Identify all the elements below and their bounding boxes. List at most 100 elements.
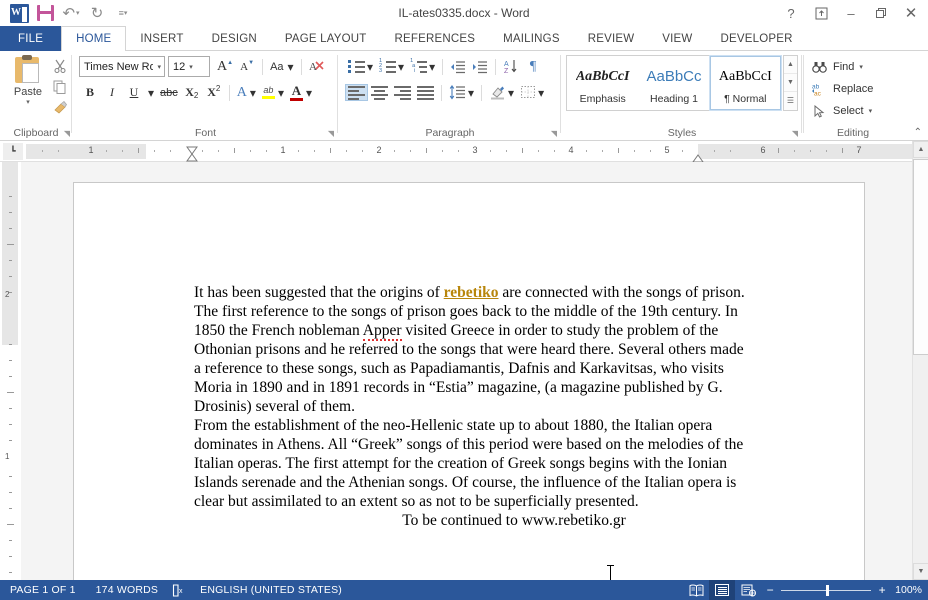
clipboard-icon bbox=[13, 55, 43, 85]
close-button[interactable]: ✕ bbox=[896, 0, 926, 26]
minimize-button[interactable]: ‒ bbox=[836, 0, 866, 26]
zoom-slider[interactable] bbox=[781, 584, 872, 596]
tab-page-layout[interactable]: PAGE LAYOUT bbox=[271, 26, 381, 51]
tab-home[interactable]: HOME bbox=[61, 26, 127, 51]
text-highlight-color-button[interactable]: ab ▾ bbox=[259, 82, 287, 103]
zoom-in-button[interactable]: + bbox=[877, 583, 887, 597]
underline-dropdown-caret[interactable]: ▾ bbox=[145, 82, 157, 103]
italic-button[interactable]: I bbox=[101, 82, 123, 103]
undo-icon[interactable]: ↶ ▾ bbox=[58, 2, 84, 24]
paste-button[interactable]: Paste ▾ bbox=[6, 55, 50, 106]
vertical-scrollbar[interactable]: ▲ ▼ bbox=[912, 141, 928, 580]
align-left-button[interactable] bbox=[345, 84, 368, 101]
ribbon-display-options-icon[interactable] bbox=[806, 0, 836, 26]
redo-icon[interactable]: ↻ bbox=[84, 2, 110, 24]
borders-button[interactable]: ▾ bbox=[517, 82, 547, 103]
line-spacing-button[interactable]: ▾ bbox=[446, 82, 477, 103]
save-icon[interactable] bbox=[32, 2, 58, 24]
styles-scroll-down-icon[interactable]: ▼ bbox=[784, 74, 797, 92]
tab-insert[interactable]: INSERT bbox=[126, 26, 197, 51]
bullets-button[interactable]: ▾ bbox=[345, 56, 376, 77]
horizontal-ruler-track[interactable]: 1 1 2 3 4 5 6 7 bbox=[26, 144, 928, 170]
justify-button[interactable] bbox=[414, 84, 437, 101]
copy-icon[interactable] bbox=[50, 76, 70, 97]
chevron-down-icon[interactable]: ▾ bbox=[157, 63, 161, 71]
horizontal-ruler[interactable]: ┗ 1 1 2 3 4 5 6 7 bbox=[0, 141, 928, 170]
zoom-control[interactable]: − + bbox=[761, 583, 895, 597]
chevron-down-icon[interactable]: ▾ bbox=[189, 63, 193, 71]
web-layout-view-button[interactable] bbox=[735, 580, 761, 600]
style-item-normal[interactable]: AaBbCcI ¶ Normal bbox=[708, 55, 783, 111]
grow-font-button[interactable]: A ▲ bbox=[214, 56, 236, 77]
font-size-combobox[interactable]: 12 ▾ bbox=[168, 56, 210, 77]
multilevel-list-button[interactable]: 1ai ▾ bbox=[407, 56, 438, 77]
tab-developer[interactable]: DEVELOPER bbox=[706, 26, 806, 51]
scroll-up-icon[interactable]: ▲ bbox=[913, 141, 928, 158]
document-page[interactable]: It has been suggested that the origins o… bbox=[73, 182, 865, 580]
sort-button[interactable]: AZ bbox=[500, 56, 522, 77]
word-count[interactable]: 174 WORDS bbox=[86, 580, 168, 600]
strikethrough-button[interactable]: abc bbox=[157, 82, 181, 103]
styles-gallery-scrollbar[interactable]: ▲ ▼ ☰ bbox=[783, 55, 798, 111]
styles-dialog-launcher[interactable]: ◥ bbox=[792, 129, 798, 138]
change-case-button[interactable]: Aa ▾ bbox=[267, 56, 297, 77]
increase-indent-button[interactable] bbox=[469, 56, 491, 77]
styles-scroll-up-icon[interactable]: ▲ bbox=[784, 56, 797, 74]
zoom-slider-thumb[interactable] bbox=[826, 584, 830, 596]
scroll-down-icon[interactable]: ▼ bbox=[913, 563, 928, 580]
decrease-indent-button[interactable] bbox=[447, 56, 469, 77]
tab-view[interactable]: VIEW bbox=[648, 26, 706, 51]
paste-dropdown-caret[interactable]: ▾ bbox=[6, 98, 50, 106]
tab-references[interactable]: REFERENCES bbox=[381, 26, 490, 51]
shading-button[interactable]: ▾ bbox=[486, 82, 517, 103]
underline-button[interactable]: U bbox=[123, 82, 145, 103]
find-button[interactable]: Find ▾ bbox=[811, 57, 863, 77]
text-effects-button[interactable]: A ▾ bbox=[234, 82, 259, 103]
customize-quick-access-toolbar-icon[interactable]: ≡ ▾ bbox=[110, 2, 136, 24]
align-center-button[interactable] bbox=[368, 84, 391, 101]
tab-stop-selector[interactable]: ┗ bbox=[3, 143, 23, 160]
find-dropdown-caret[interactable]: ▾ bbox=[859, 63, 863, 71]
styles-more-icon[interactable]: ☰ bbox=[784, 92, 797, 110]
show-formatting-marks-button[interactable]: ¶ bbox=[522, 56, 544, 77]
subscript-button[interactable]: X2 bbox=[181, 82, 203, 103]
style-item-heading-1[interactable]: AaBbCс Heading 1 bbox=[638, 56, 709, 110]
cut-icon[interactable] bbox=[50, 55, 70, 76]
align-right-button[interactable] bbox=[391, 84, 414, 101]
tab-mailings[interactable]: MAILINGS bbox=[489, 26, 574, 51]
ruler-number: 6 bbox=[760, 145, 766, 155]
font-name-combobox[interactable]: Times New Ro ▾ bbox=[79, 56, 165, 77]
style-item-emphasis[interactable]: AaBbCcI Emphasis bbox=[567, 56, 638, 110]
tab-file[interactable]: FILE bbox=[0, 26, 62, 51]
document-canvas[interactable]: It has been suggested that the origins o… bbox=[21, 162, 912, 580]
tab-review[interactable]: REVIEW bbox=[574, 26, 649, 51]
font-color-button[interactable]: A ▾ bbox=[287, 82, 315, 103]
restore-button[interactable] bbox=[866, 0, 896, 26]
format-painter-icon[interactable] bbox=[50, 97, 70, 118]
read-mode-view-button[interactable] bbox=[683, 580, 709, 600]
proofing-errors-icon[interactable]: x bbox=[168, 583, 190, 597]
superscript-button[interactable]: X2 bbox=[203, 82, 225, 103]
numbering-button[interactable]: 123 ▾ bbox=[376, 56, 407, 77]
font-dialog-launcher[interactable]: ◥ bbox=[328, 129, 334, 138]
shrink-font-button[interactable]: A ▼ bbox=[236, 56, 258, 77]
bold-button[interactable]: B bbox=[79, 82, 101, 103]
help-icon[interactable]: ? bbox=[776, 0, 806, 26]
ribbon: Paste ▾ Clipboard ◥ Times New Ro ▾ 12 ▾ … bbox=[0, 51, 928, 141]
tab-design[interactable]: DESIGN bbox=[198, 26, 271, 51]
clear-formatting-icon[interactable]: A bbox=[306, 56, 328, 77]
print-layout-view-button[interactable] bbox=[709, 580, 736, 600]
collapse-ribbon-icon[interactable]: ⌃ bbox=[914, 127, 922, 138]
select-button[interactable]: Select ▾ bbox=[811, 101, 872, 121]
scrollbar-thumb[interactable] bbox=[913, 159, 928, 355]
page-indicator[interactable]: PAGE 1 OF 1 bbox=[0, 580, 86, 600]
paragraph-dialog-launcher[interactable]: ◥ bbox=[551, 129, 557, 138]
select-dropdown-caret[interactable]: ▾ bbox=[869, 107, 873, 115]
vertical-ruler[interactable]: 1 2 bbox=[0, 162, 21, 580]
document-body-text[interactable]: It has been suggested that the origins o… bbox=[194, 283, 754, 530]
replace-button[interactable]: ab ac Replace bbox=[811, 79, 873, 99]
language-indicator[interactable]: ENGLISH (UNITED STATES) bbox=[190, 580, 352, 600]
zoom-level-label[interactable]: 100% bbox=[895, 584, 928, 596]
zoom-out-button[interactable]: − bbox=[765, 583, 775, 597]
clipboard-dialog-launcher[interactable]: ◥ bbox=[64, 129, 70, 138]
